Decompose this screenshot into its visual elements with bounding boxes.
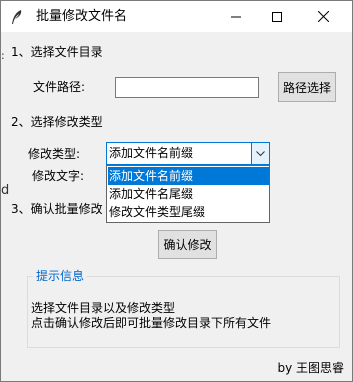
info-line-2: 点击确认修改后即可批量修改目录下所有文件: [31, 316, 272, 330]
minimize-icon: [231, 16, 241, 17]
maximize-icon: [272, 11, 282, 22]
text-label: 修改文字:: [32, 169, 85, 183]
title-bar[interactable]: 批量修改文件名: [1, 1, 352, 32]
author-footer: by 王图思睿: [277, 361, 344, 375]
info-line-1: 选择文件目录以及修改类型: [31, 301, 176, 315]
info-text: 选择文件目录以及修改类型 点击确认修改后即可批量修改目录下所有文件: [31, 301, 271, 331]
close-icon: [317, 11, 329, 22]
path-input[interactable]: [115, 77, 259, 98]
section2-heading: 2、选择修改类型: [11, 115, 103, 129]
chevron-down-icon[interactable]: [251, 143, 269, 164]
dropdown-option-prefix[interactable]: 添加文件名前缀: [108, 167, 269, 185]
type-label: 修改类型:: [28, 147, 81, 161]
dropdown-option-extension[interactable]: 修改文件类型尾缀: [108, 203, 269, 221]
app-window: 批量修改文件名 : d 1、选择文件目录 文件路径: 路径选择 2、选择修改类型…: [0, 0, 353, 382]
feather-icon: [10, 9, 24, 25]
type-dropdown-list: 添加文件名前缀 添加文件名尾缀 修改文件类型尾缀: [106, 165, 270, 223]
close-button[interactable]: [300, 1, 346, 32]
section3-heading: 3、确认批量修改: [11, 202, 103, 216]
confirm-button[interactable]: 确认修改: [158, 230, 217, 259]
edge-artifact-d: d: [1, 183, 10, 198]
maximize-button[interactable]: [254, 1, 300, 32]
minimize-button[interactable]: [213, 1, 259, 32]
type-select[interactable]: 添加文件名前缀: [106, 142, 270, 165]
browse-button[interactable]: 路径选择: [278, 72, 336, 102]
type-select-value: 添加文件名前缀: [109, 146, 194, 160]
dropdown-option-suffix[interactable]: 添加文件名尾缀: [108, 185, 269, 203]
path-label: 文件路径:: [33, 80, 86, 94]
window-title: 批量修改文件名: [36, 9, 128, 24]
edge-artifact-colon: :: [1, 49, 5, 62]
info-title: 提示信息: [33, 268, 88, 284]
section1-heading: 1、选择文件目录: [11, 45, 103, 59]
